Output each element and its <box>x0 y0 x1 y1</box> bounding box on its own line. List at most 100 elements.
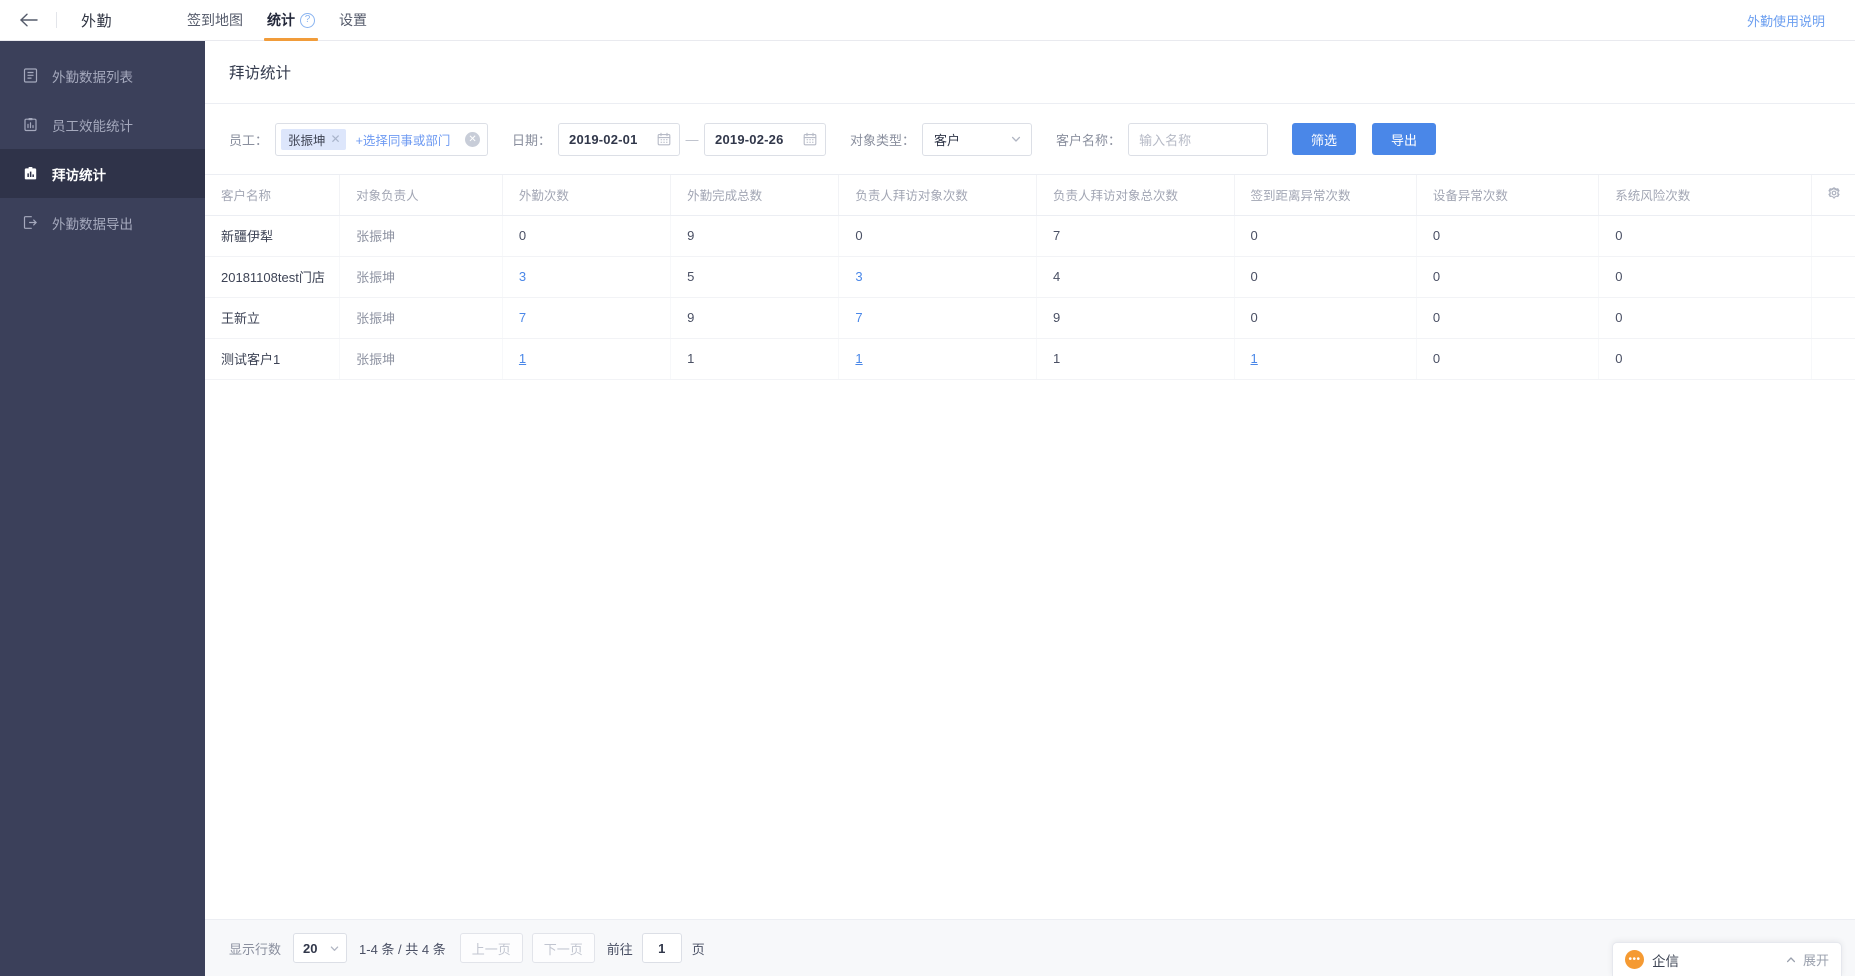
cell-checkin-distance-abnormal[interactable]: 1 <box>1234 338 1417 380</box>
date-end-input[interactable]: 2019-02-26 <box>704 122 827 156</box>
cell-customer-name: 王新立 <box>205 297 341 339</box>
sidebar-item-employee-efficiency[interactable]: 员工效能统计 <box>0 100 205 149</box>
tab-signin-map[interactable]: 签到地图 <box>175 0 255 41</box>
object-type-value: 客户 <box>934 132 961 148</box>
cell-owner-visit-total: 7 <box>1036 215 1235 257</box>
cell-link[interactable]: 1 <box>1251 351 1258 366</box>
cell-customer-name: 新疆伊犁 <box>205 215 341 257</box>
rows-per-page-label: 显示行数 <box>229 941 282 957</box>
cell-field-complete-total: 5 <box>670 256 840 298</box>
table-row: 新疆伊犁 张振坤 0 9 0 7 0 0 0 <box>205 215 1855 257</box>
table-header-row: 客户名称 对象负责人 外勤次数 外勤完成总数 负责人拜访对象次数 负责人拜访对象… <box>205 175 1855 216</box>
top-bar: 外勤 签到地图 统计 ? 设置 外勤使用说明 <box>0 0 1855 41</box>
cell-link[interactable]: 7 <box>855 310 862 325</box>
sidebar-item-visit-statistics[interactable]: 拜访统计 <box>0 149 205 198</box>
column-header-object-owner[interactable]: 对象负责人 <box>339 175 503 216</box>
column-header-system-risk[interactable]: 系统风险次数 <box>1598 175 1813 216</box>
export-button[interactable]: 导出 <box>1372 123 1437 155</box>
rows-per-page-select[interactable]: 20 <box>293 933 348 963</box>
clear-circle-icon[interactable]: ✕ <box>465 131 481 147</box>
column-header-checkin-distance-abnormal[interactable]: 签到距离异常次数 <box>1234 175 1417 216</box>
chat-widget-expand-label: 展开 <box>1802 953 1829 968</box>
column-header-owner-visit-total[interactable]: 负责人拜访对象总次数 <box>1036 175 1235 216</box>
topbar-right: 外勤使用说明 <box>1747 0 1825 40</box>
page-title: 拜访统计 <box>229 65 292 82</box>
column-header-customer-name[interactable]: 客户名称 <box>205 175 341 216</box>
cell-owner-visit-count[interactable]: 3 <box>838 256 1037 298</box>
cell-field-visit-count[interactable]: 1 <box>502 338 672 380</box>
back-button[interactable] <box>0 13 56 27</box>
filter-button[interactable]: 筛选 <box>1292 123 1357 155</box>
content-area: 拜访统计 员工： 张振坤 ✕ +选择同事或部门 ✕ 日期： 2019-02-01 <box>205 41 1855 976</box>
sidebar-item-field-data-list[interactable]: 外勤数据列表 <box>0 51 205 100</box>
date-start-input[interactable]: 2019-02-01 <box>558 122 681 156</box>
app-name: 外勤 <box>81 12 113 30</box>
column-settings-cell[interactable] <box>1811 175 1855 216</box>
cell-object-owner: 张振坤 <box>339 256 503 298</box>
arrow-left-icon <box>19 13 38 27</box>
page-title-bar: 拜访统计 <box>205 41 1855 104</box>
table-row: 测试客户1 张振坤 1 1 1 1 1 0 0 <box>205 338 1855 380</box>
cell-owner-visit-count[interactable]: 7 <box>838 297 1037 339</box>
add-colleague-link[interactable]: +选择同事或部门 <box>356 130 451 149</box>
cell-system-risk: 0 <box>1598 338 1813 380</box>
rows-per-page-value: 20 <box>303 940 318 956</box>
page-card: 拜访统计 员工： 张振坤 ✕ +选择同事或部门 ✕ 日期： 2019-02-01 <box>205 41 1855 976</box>
column-header-device-abnormal[interactable]: 设备异常次数 <box>1416 175 1600 216</box>
table-row: 20181108test门店 张振坤 3 5 3 4 0 0 0 <box>205 256 1855 298</box>
cell-link[interactable]: 1 <box>519 351 526 366</box>
sidebar-item-label: 外勤数据导出 <box>52 216 133 232</box>
tab-label: 统计 <box>267 12 296 28</box>
sidebar-item-label: 员工效能统计 <box>52 118 133 134</box>
cell-owner-visit-count: 0 <box>838 215 1037 257</box>
date-filter-label: 日期： <box>512 132 552 148</box>
gear-icon[interactable] <box>1827 186 1841 200</box>
usage-guide-link[interactable]: 外勤使用说明 <box>1747 11 1825 30</box>
goto-page-input[interactable]: 1 <box>641 933 682 963</box>
sidebar-item-label: 拜访统计 <box>52 167 106 183</box>
table-body: 新疆伊犁 张振坤 0 9 0 7 0 0 0 20181108test门店 张振坤 3 5 3 4 0 0 0 王新… <box>205 215 1855 380</box>
cell-owner-visit-total: 4 <box>1036 256 1235 298</box>
cell-owner-visit-count[interactable]: 1 <box>838 338 1037 380</box>
filter-bar: 员工： 张振坤 ✕ +选择同事或部门 ✕ 日期： 2019-02-01 — 20… <box>205 104 1855 174</box>
cell-link[interactable]: 3 <box>855 269 862 284</box>
tab-settings[interactable]: 设置 <box>327 0 379 41</box>
cell-checkin-distance-abnormal: 0 <box>1234 215 1417 257</box>
object-type-label: 对象类型： <box>850 132 916 148</box>
cell-spacer <box>1811 297 1855 339</box>
object-type-select[interactable]: 客户 <box>922 122 1033 156</box>
cell-device-abnormal: 0 <box>1416 297 1600 339</box>
goto-page-label: 前往 <box>606 941 633 957</box>
chevron-up-icon <box>1785 954 1797 966</box>
cell-field-complete-total: 1 <box>670 338 840 380</box>
sidebar-item-field-data-export[interactable]: 外勤数据导出 <box>0 198 205 247</box>
cell-device-abnormal: 0 <box>1416 256 1600 298</box>
main-layout: 外勤数据列表 员工效能统计 拜访统计 外勤数据导出 拜访统计 员工： 张振坤 ✕… <box>0 41 1855 976</box>
close-small-icon[interactable]: ✕ <box>331 133 341 145</box>
tab-statistics[interactable]: 统计 ? <box>255 0 327 41</box>
employee-select-field[interactable]: 张振坤 ✕ +选择同事或部门 ✕ <box>275 122 489 156</box>
prev-page-button[interactable]: 上一页 <box>459 933 523 963</box>
cell-link[interactable]: 7 <box>519 310 526 325</box>
chat-dots-icon: ••• <box>1625 950 1644 969</box>
cell-link[interactable]: 3 <box>519 269 526 284</box>
help-icon[interactable]: ? <box>300 12 316 28</box>
chat-widget-title: 企信 <box>1652 953 1679 969</box>
employee-filter-label: 员工： <box>229 132 269 148</box>
bar-chart-board-icon <box>22 165 39 182</box>
active-tab-underline <box>264 37 319 41</box>
cell-customer-name: 测试客户1 <box>205 338 341 380</box>
cell-link[interactable]: 1 <box>855 351 862 366</box>
cell-field-visit-count[interactable]: 3 <box>502 256 672 298</box>
customer-name-input[interactable]: 输入名称 <box>1128 122 1269 156</box>
cell-object-owner: 张振坤 <box>339 297 503 339</box>
cell-device-abnormal: 0 <box>1416 215 1600 257</box>
column-header-owner-visit-count[interactable]: 负责人拜访对象次数 <box>838 175 1037 216</box>
chat-widget-expand[interactable]: 展开 <box>1785 950 1829 969</box>
column-header-field-visit-count[interactable]: 外勤次数 <box>502 175 672 216</box>
tab-label: 签到地图 <box>187 12 244 28</box>
next-page-button[interactable]: 下一页 <box>531 933 595 963</box>
chat-widget[interactable]: ••• 企信 展开 <box>1612 942 1842 976</box>
column-header-field-complete-total[interactable]: 外勤完成总数 <box>670 175 840 216</box>
cell-field-visit-count[interactable]: 7 <box>502 297 672 339</box>
